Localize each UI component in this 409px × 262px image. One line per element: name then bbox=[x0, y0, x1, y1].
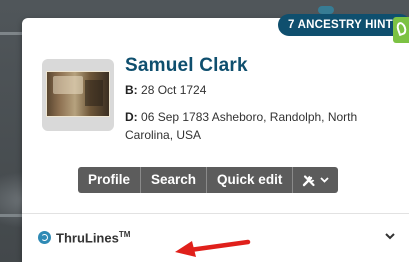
red-arrow-annotation bbox=[175, 239, 251, 257]
birth-value: 28 Oct 1724 bbox=[141, 83, 207, 97]
leaf-icon bbox=[395, 20, 408, 37]
trademark-mark: TM bbox=[118, 230, 131, 239]
thrulines-link[interactable]: ThruLinesTM bbox=[38, 230, 130, 245]
thrulines-label: ThruLinesTM bbox=[56, 230, 131, 246]
birth-label: B: bbox=[125, 83, 138, 97]
birth-fact: B: 28 Oct 1724 bbox=[125, 81, 206, 99]
section-divider bbox=[22, 213, 409, 214]
person-photo[interactable] bbox=[42, 59, 114, 131]
action-button-bar: Profile Search Quick edit bbox=[78, 167, 339, 193]
ancestry-hints-badge[interactable]: 7 ANCESTRY HINTS bbox=[278, 14, 409, 36]
tools-icon bbox=[303, 174, 315, 186]
chevron-down-icon[interactable] bbox=[384, 232, 396, 240]
backdrop-indicator bbox=[318, 6, 334, 14]
tree-leaf-tab[interactable] bbox=[393, 17, 409, 43]
profile-button[interactable]: Profile bbox=[78, 167, 142, 193]
search-button[interactable]: Search bbox=[141, 167, 208, 193]
death-label: D: bbox=[125, 110, 138, 124]
photo-image bbox=[46, 71, 110, 117]
tools-menu-button[interactable] bbox=[293, 167, 339, 193]
thrulines-icon bbox=[38, 231, 51, 245]
chevron-down-icon bbox=[320, 177, 329, 183]
death-fact: D: 06 Sep 1783 Asheboro, Randolph, North… bbox=[125, 108, 395, 144]
backdrop-line bbox=[0, 32, 22, 35]
quick-edit-button[interactable]: Quick edit bbox=[207, 167, 294, 193]
backdrop-line bbox=[0, 214, 22, 217]
person-name[interactable]: Samuel Clark bbox=[125, 55, 248, 77]
person-card: Samuel Clark B: 28 Oct 1724 D: 06 Sep 17… bbox=[22, 18, 409, 262]
death-value: 06 Sep 1783 Asheboro, Randolph, North Ca… bbox=[125, 110, 358, 142]
